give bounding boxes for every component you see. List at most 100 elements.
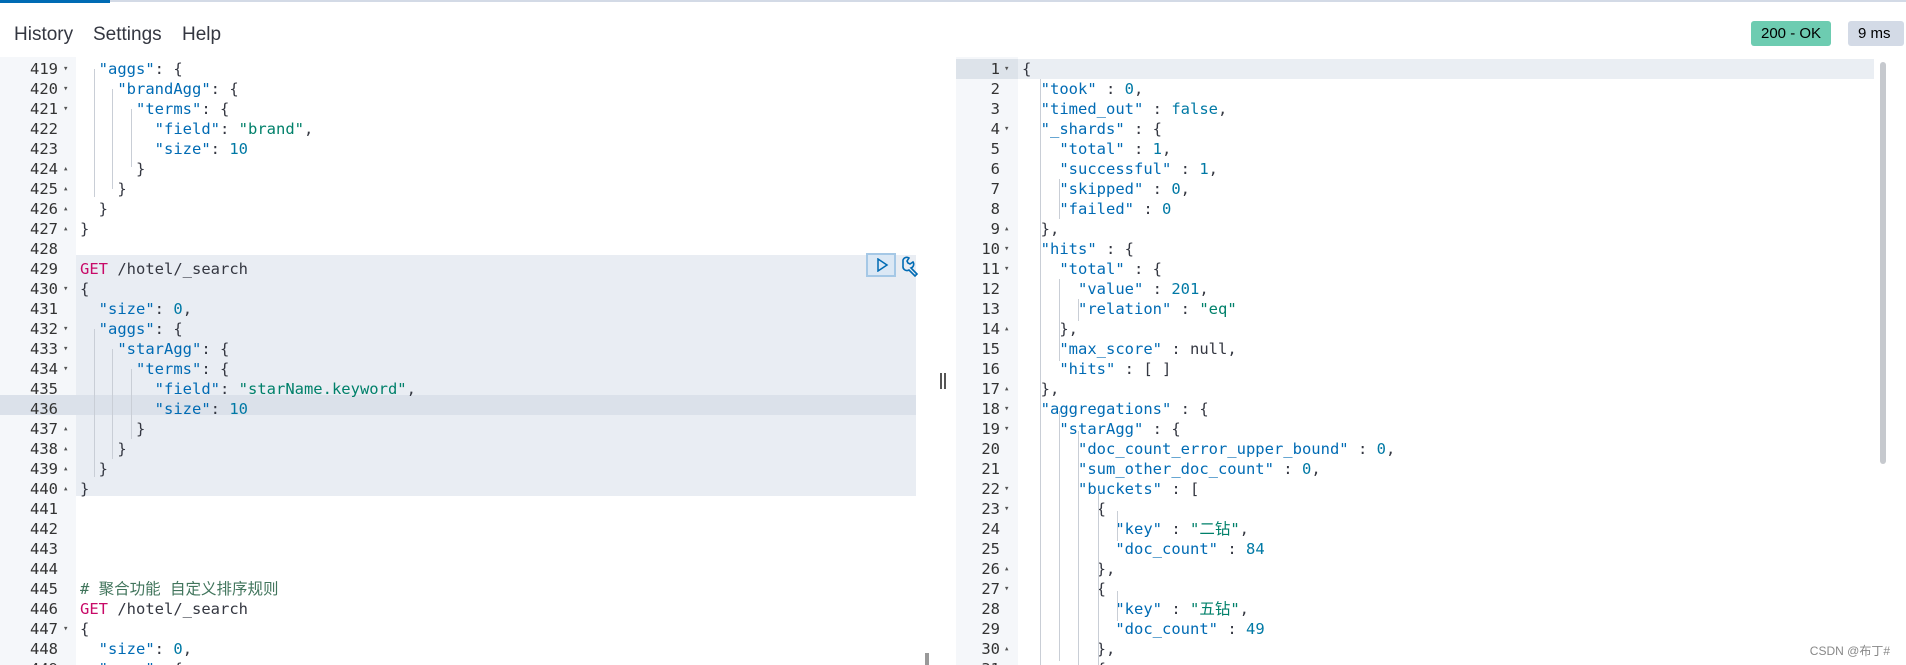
code-token: } bbox=[80, 180, 127, 198]
fold-toggle-icon[interactable]: ▾ bbox=[1004, 659, 1009, 665]
code-line: 442 bbox=[0, 519, 900, 539]
fold-toggle-icon[interactable]: ▾ bbox=[1004, 59, 1009, 79]
fold-toggle-icon[interactable]: ▾ bbox=[1004, 239, 1009, 259]
code-token: "size" bbox=[154, 400, 211, 418]
fold-toggle-icon[interactable]: ▾ bbox=[63, 79, 68, 99]
code-line: 448 "size": 0, bbox=[0, 639, 900, 659]
menu-history[interactable]: History bbox=[14, 24, 73, 46]
code-token: "value" bbox=[1078, 280, 1144, 298]
code-token: "_shards" bbox=[1040, 120, 1125, 138]
fold-toggle-icon[interactable]: ▾ bbox=[63, 359, 68, 379]
fold-toggle-icon[interactable]: ▴ bbox=[63, 159, 68, 179]
line-number: 427 bbox=[30, 220, 58, 238]
fold-toggle-icon[interactable]: ▾ bbox=[63, 339, 68, 359]
code-line: 25 "doc_count" : 84 bbox=[956, 539, 1856, 559]
fold-toggle-icon[interactable]: ▴ bbox=[1004, 379, 1009, 399]
line-number: 16 bbox=[981, 360, 1000, 378]
code-line: 2 "took" : 0, bbox=[956, 79, 1856, 99]
code-text: "starAgg" : { bbox=[1022, 419, 1181, 439]
code-line: 447 ▾ { bbox=[0, 619, 900, 639]
active-tab-indicator bbox=[0, 0, 110, 3]
line-number: 434 bbox=[30, 360, 58, 378]
fold-toggle-icon[interactable]: ▴ bbox=[1004, 639, 1009, 659]
fold-toggle-icon[interactable]: ▾ bbox=[63, 279, 68, 299]
indent-guide bbox=[1117, 591, 1118, 621]
code-token: : [ ] bbox=[1115, 360, 1172, 378]
code-token: : { bbox=[154, 320, 183, 338]
line-number: 9 bbox=[990, 220, 1000, 238]
fold-toggle-icon[interactable]: ▾ bbox=[1004, 399, 1009, 419]
request-actions-button[interactable] bbox=[899, 255, 921, 278]
fold-toggle-icon[interactable]: ▴ bbox=[63, 419, 68, 439]
fold-toggle-icon[interactable]: ▴ bbox=[63, 459, 68, 479]
code-token: : bbox=[1124, 140, 1153, 158]
code-token: : { bbox=[1143, 420, 1181, 438]
fold-toggle-icon[interactable]: ▴ bbox=[1004, 319, 1009, 339]
code-token: "hits" bbox=[1059, 360, 1116, 378]
code-text: { bbox=[1022, 579, 1106, 599]
code-token: , bbox=[1199, 280, 1209, 298]
code-token: : { bbox=[1171, 400, 1209, 418]
line-number: 5 bbox=[990, 140, 1000, 158]
line-number: 26 bbox=[981, 560, 1000, 578]
fold-toggle-icon[interactable]: ▴ bbox=[63, 219, 68, 239]
pane-resizer[interactable] bbox=[940, 373, 948, 393]
fold-toggle-icon[interactable]: ▾ bbox=[63, 619, 68, 639]
fold-toggle-icon[interactable]: ▾ bbox=[63, 659, 68, 665]
menu-settings[interactable]: Settings bbox=[93, 24, 162, 46]
code-text: "buckets" : [ bbox=[1022, 479, 1199, 499]
code-text: } bbox=[80, 199, 108, 219]
code-token: : bbox=[1348, 440, 1377, 458]
indent-guide bbox=[1098, 491, 1099, 665]
code-token: , bbox=[1311, 460, 1321, 478]
fold-toggle-icon[interactable]: ▴ bbox=[63, 479, 68, 499]
code-line: 9 ▴ }, bbox=[956, 219, 1856, 239]
line-number: 29 bbox=[981, 620, 1000, 638]
fold-toggle-icon[interactable]: ▴ bbox=[1004, 219, 1009, 239]
fold-toggle-icon[interactable]: ▴ bbox=[63, 439, 68, 459]
menu-help[interactable]: Help bbox=[182, 24, 221, 46]
code-text: }, bbox=[1022, 639, 1116, 659]
code-line: 422 "field": "brand", bbox=[0, 119, 900, 139]
fold-toggle-icon[interactable]: ▾ bbox=[1004, 499, 1009, 519]
code-line: 444 bbox=[0, 559, 900, 579]
code-token: "relation" bbox=[1078, 300, 1172, 318]
code-token: : [ bbox=[1162, 480, 1200, 498]
fold-toggle-icon[interactable]: ▾ bbox=[1004, 259, 1009, 279]
fold-toggle-icon[interactable]: ▾ bbox=[1004, 579, 1009, 599]
response-viewer: 1 ▾{2 "took" : 0, 3 "timed_out" : false, 4 ▾… bbox=[956, 57, 1906, 665]
code-text: "failed" : 0 bbox=[1022, 199, 1171, 219]
fold-toggle-icon[interactable]: ▴ bbox=[63, 199, 68, 219]
fold-toggle-icon[interactable]: ▾ bbox=[63, 99, 68, 119]
code-line: 440 ▴} bbox=[0, 479, 900, 499]
fold-toggle-icon[interactable]: ▾ bbox=[1004, 479, 1009, 499]
code-text: { bbox=[80, 279, 89, 299]
fold-toggle-icon[interactable]: ▾ bbox=[1004, 119, 1009, 139]
code-token: "brandAgg" bbox=[117, 80, 211, 98]
fold-toggle-icon[interactable]: ▾ bbox=[63, 59, 68, 79]
code-text: GET /hotel/_search bbox=[80, 259, 248, 279]
fold-toggle-icon[interactable]: ▾ bbox=[1004, 419, 1009, 439]
response-scrollbar[interactable] bbox=[1880, 62, 1886, 464]
fold-toggle-icon[interactable]: ▴ bbox=[1004, 559, 1009, 579]
code-token: : bbox=[1217, 540, 1246, 558]
code-token: : { bbox=[210, 80, 239, 98]
code-token: : bbox=[1161, 340, 1190, 358]
fold-toggle-icon[interactable]: ▴ bbox=[63, 179, 68, 199]
editor-scrollbar[interactable] bbox=[925, 653, 929, 665]
code-line: 13 "relation" : "eq" bbox=[956, 299, 1856, 319]
request-editor[interactable]: 419 ▾ "aggs": {420 ▾ "brandAgg": {421 ▾ "te… bbox=[0, 57, 930, 665]
code-token: { bbox=[1022, 60, 1032, 78]
code-token: "aggregations" bbox=[1040, 400, 1172, 418]
fold-toggle-icon[interactable]: ▾ bbox=[63, 319, 68, 339]
code-token: : bbox=[1171, 300, 1200, 318]
code-text: "skipped" : 0, bbox=[1022, 179, 1190, 199]
send-request-button[interactable] bbox=[866, 253, 896, 277]
